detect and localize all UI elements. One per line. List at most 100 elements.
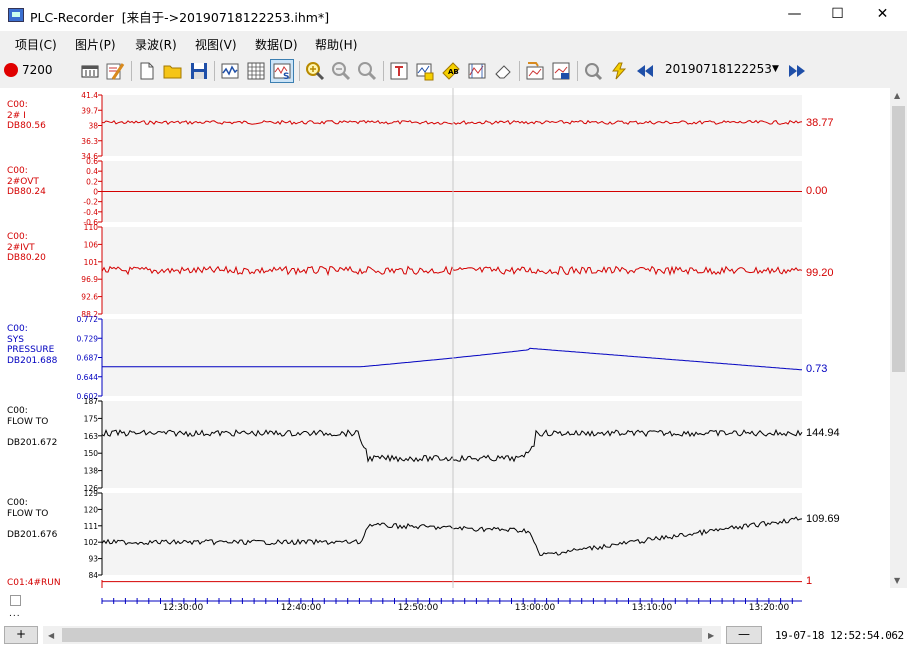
time-tick-label: 12:30:00 [163,603,204,613]
open-folder-icon[interactable] [161,59,185,83]
sync-scale-icon[interactable]: S [270,59,294,83]
maximize-button[interactable]: ☐ [815,0,860,31]
cursor-tool-icon[interactable] [387,59,411,83]
menu-record[interactable]: 录波(R) [135,36,177,53]
y-tick-label: 102 [84,538,99,547]
measure-icon[interactable] [465,59,489,83]
channel-label[interactable]: C01:4#RUN [7,578,61,589]
time-tick-label: 13:10:00 [632,603,673,613]
next-file-icon[interactable] [785,59,809,83]
import-data-icon[interactable] [523,59,547,83]
zoom-out-icon[interactable] [329,59,353,83]
svg-text:S: S [283,72,289,81]
y-tick-label: 0.687 [77,354,99,363]
y-tick-label: 41.4 [81,91,98,100]
record-count: 7200 [22,63,53,77]
y-tick-label: 0.2 [86,177,98,186]
refresh-icon[interactable] [607,59,631,83]
eraser-icon[interactable] [491,59,515,83]
menu-bar: 项目(C) 图片(P) 录波(R) 视图(V) 数据(D) 帮助(H) [0,31,907,56]
scroll-right-icon[interactable]: ▶ [708,631,714,640]
vertical-scroll-thumb[interactable] [892,106,905,372]
time-tick-label: 13:00:00 [515,603,556,613]
marker-a-icon[interactable] [413,59,437,83]
waveform-view-icon[interactable] [218,59,242,83]
channel-label[interactable]: C00: FLOW TO DB201.676 [7,498,57,540]
y-tick-label: 163 [84,432,99,441]
zoom-reset-icon[interactable] [355,59,379,83]
title-bar: PLC-Recorder [来自于->20190718122253.ihm*] … [0,0,907,31]
menu-picture[interactable]: 图片(P) [75,36,116,53]
save-icon[interactable] [187,59,211,83]
menu-project[interactable]: 项目(C) [15,36,57,53]
y-tick-label: 96.9 [81,275,98,284]
time-tick-label: 13:20:00 [749,603,790,613]
connect-plc-icon[interactable] [78,59,102,83]
zoom-in-icon[interactable] [303,59,327,83]
channel-current-value: 144.94 [806,427,840,440]
close-button[interactable]: ✕ [860,0,905,31]
file-select[interactable]: 20190718122253 [665,62,772,76]
channel-current-value: 1 [806,574,813,587]
minimize-button[interactable]: — [772,0,817,31]
y-tick-label: 92.6 [81,293,98,302]
scroll-up-icon[interactable]: ▲ [894,91,900,100]
panel-background [102,493,802,575]
channel-label[interactable]: C00: 2#OVT DB80.24 [7,166,46,198]
horizontal-scroll-thumb[interactable] [62,628,702,642]
time-axis: 12:30:00 12:40:00 12:50:00 13:00:00 13:10:00… [101,598,802,613]
y-tick-label: -0.2 [83,198,98,207]
y-tick-label: 129 [84,489,99,498]
y-tick-label: 138 [84,467,99,476]
time-tick-label: 12:50:00 [398,603,439,613]
grid-icon[interactable] [244,59,268,83]
export-data-icon[interactable] [549,59,573,83]
panel-background [102,95,802,156]
channel-label[interactable]: C00: 2#IVT DB80.20 [7,232,46,264]
waveform-chart: 41.439.73836.334.60.60.40.20-0.2-0.4-0.6… [77,88,803,588]
y-tick-label: 110 [84,223,99,232]
y-tick-label: 38 [88,122,98,131]
channel-current-value: 99.20 [806,266,834,279]
channel-current-value: 0.00 [806,184,828,197]
waveform-panel[interactable]: 41.4 39.7 38 36.3 34.6 0.6 0.4 0.2 0 -0.2 -0.4 -0.6… [0,88,890,588]
channel-current-value: 0.73 [806,362,828,375]
svg-text:AB: AB [448,68,459,76]
channel-label[interactable]: C00: FLOW TO DB201.672 [7,406,57,448]
record-status-icon [4,63,18,77]
search-icon[interactable] [581,59,605,83]
y-tick-label: 120 [84,505,99,514]
y-tick-label: 0.644 [77,373,99,382]
y-tick-label: 187 [84,397,99,406]
edit-config-icon[interactable] [103,59,127,83]
panel-background [102,401,802,488]
new-file-icon[interactable] [135,59,159,83]
y-tick-label: 0 [93,188,98,197]
y-tick-label: 0.772 [77,315,99,324]
y-tick-label: 0.729 [77,334,99,343]
chevron-down-icon[interactable]: ▼ [772,64,779,74]
marker-ab-icon[interactable]: AB [439,59,463,83]
y-tick-label: 175 [84,414,99,423]
scroll-down-icon[interactable]: ▼ [894,576,900,585]
scroll-left-icon[interactable]: ◀ [48,631,54,640]
y-tick-label: 0.4 [86,167,98,176]
y-tick-label: 111 [84,522,99,531]
y-tick-label: 36.3 [81,137,98,146]
panel-background [102,319,802,396]
menu-help[interactable]: 帮助(H) [315,36,357,53]
add-channel-button[interactable]: + [4,626,38,644]
y-tick-label: 150 [84,449,99,458]
channel-label[interactable]: C00: SYS PRESSURE DB201.688 [7,324,57,366]
channel-label[interactable]: C00: 2# I DB80.56 [7,100,46,132]
menu-view[interactable]: 视图(V) [195,36,237,53]
y-tick-label: 101 [84,258,99,267]
y-tick-label: -0.4 [83,208,98,217]
y-tick-label: 0.6 [86,157,98,166]
y-tick-label: 84 [88,571,98,580]
menu-data[interactable]: 数据(D) [255,36,298,53]
previous-file-icon[interactable] [633,59,657,83]
channel-current-value: 109.69 [806,513,840,526]
channel-current-value: 38.77 [806,117,834,130]
remove-channel-button[interactable]: — [726,626,762,644]
